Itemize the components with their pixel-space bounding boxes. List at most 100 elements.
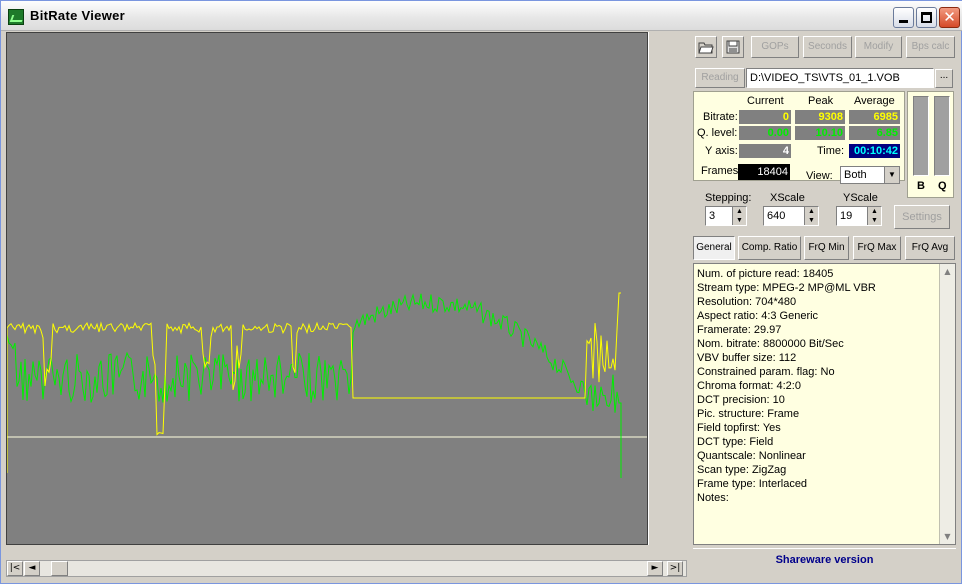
modify-button[interactable]: Modify [855, 36, 902, 58]
plot-canvas [7, 292, 647, 478]
bps-calc-button[interactable]: Bps calc [906, 36, 955, 58]
bitrate-label: Bitrate: [703, 111, 738, 123]
info-panel: Num. of picture read: 18405 Stream type: … [693, 263, 956, 545]
bitrate-peak-value: 9308 [795, 110, 845, 124]
info-line: Scan type: ZigZag [697, 464, 787, 476]
open-file-button[interactable] [695, 36, 717, 58]
close-icon: ✕ [943, 8, 956, 26]
shareware-label: Shareware version [693, 548, 956, 570]
stepping-spinner[interactable]: 3 ▲ ▼ [705, 206, 747, 226]
info-line: Resolution: 704*480 [697, 296, 797, 308]
minimize-button[interactable] [893, 7, 914, 28]
yscale-label: YScale [843, 192, 878, 204]
stepping-label: Stepping: [705, 192, 752, 204]
scroll-down-icon[interactable]: ▼ [940, 529, 955, 544]
view-label: View: [806, 170, 833, 182]
qlevel-peak-value: 10.10 [795, 126, 845, 140]
info-line: Frame type: Interlaced [697, 478, 808, 490]
horizontal-scrollbar[interactable]: |< ◄ ► >| [6, 560, 687, 577]
info-line: Constrained param. flag: No [697, 366, 835, 378]
col-average-header: Average [854, 95, 895, 107]
spinner-arrows-icon[interactable]: ▲ ▼ [867, 207, 881, 225]
yscale-spinner[interactable]: 19 ▲ ▼ [836, 206, 882, 226]
control-panel: GOPs Seconds Modify Bps calc Reading D:\… [689, 32, 959, 578]
floppy-disk-icon [726, 40, 740, 54]
q-meter [934, 96, 950, 176]
qlevel-series-line [7, 293, 622, 478]
bitrate-average-value: 6985 [849, 110, 900, 124]
folder-open-icon [698, 42, 714, 54]
gops-button[interactable]: GOPs [751, 36, 799, 58]
col-peak-header: Peak [808, 95, 834, 107]
scroll-thumb[interactable] [51, 561, 68, 576]
app-icon [8, 9, 24, 25]
time-value: 00:10:42 [849, 144, 900, 158]
xscale-value: 640 [767, 210, 786, 222]
tab-frq-max[interactable]: FrQ Max [853, 236, 901, 260]
yaxis-label: Y axis: [705, 145, 738, 157]
browse-button[interactable]: ... [935, 69, 953, 88]
tab-comp-ratio[interactable]: Comp. Ratio [738, 236, 801, 260]
bitrate-plot [6, 32, 648, 545]
info-line: DCT type: Field [697, 436, 774, 448]
stepping-value: 3 [709, 210, 716, 222]
info-line: VBV buffer size: 112 [697, 352, 797, 364]
title-bar: BitRate Viewer ✕ [1, 1, 962, 31]
spinner-arrows-icon[interactable]: ▲ ▼ [804, 207, 818, 225]
xscale-spinner[interactable]: 640 ▲ ▼ [763, 206, 819, 226]
maximize-icon [921, 12, 932, 23]
view-select-value: Both [844, 169, 867, 181]
info-line: Num. of picture read: 18405 [697, 268, 834, 280]
qlevel-current-value: 0.00 [739, 126, 791, 140]
settings-button[interactable]: Settings [894, 205, 950, 229]
spinner-arrows-icon[interactable]: ▲ ▼ [732, 207, 746, 225]
info-line: Chroma format: 4:2:0 [697, 380, 801, 392]
maximize-button[interactable] [916, 7, 937, 28]
info-line: Pic. structure: Frame [697, 408, 800, 420]
info-line: Nom. bitrate: 8800000 Bit/Sec [697, 338, 844, 350]
chevron-down-icon: ▼ [884, 167, 899, 183]
view-select[interactable]: Both ▼ [840, 166, 900, 184]
yaxis-value: 4 [739, 144, 791, 158]
info-line: Aspect ratio: 4:3 Generic [697, 310, 819, 322]
seconds-button[interactable]: Seconds [803, 36, 852, 58]
minimize-icon [899, 20, 908, 23]
info-lines: Num. of picture read: 18405 Stream type: … [694, 267, 876, 505]
info-line: Quantscale: Nonlinear [697, 450, 806, 462]
bitrate-series-line [7, 292, 621, 473]
info-line: Notes: [697, 492, 729, 504]
time-label: Time: [817, 145, 845, 157]
bitrate-current-value: 0 [739, 110, 791, 124]
b-meter-label: B [917, 180, 925, 192]
frames-value: 18404 [738, 164, 790, 180]
col-current-header: Current [747, 95, 784, 107]
qlevel-average-value: 6.85 [849, 126, 900, 140]
save-button[interactable] [722, 36, 744, 58]
scroll-first-button[interactable]: |< [7, 561, 23, 576]
info-scrollbar[interactable]: ▲ ▼ [939, 264, 955, 544]
scroll-last-button[interactable]: >| [667, 561, 683, 576]
scroll-left-button[interactable]: ◄ [24, 561, 40, 576]
tab-frq-avg[interactable]: FrQ Avg [905, 236, 955, 260]
yscale-value: 19 [840, 210, 853, 222]
info-line: Stream type: MPEG-2 MP@ML VBR [697, 282, 876, 294]
info-line: Framerate: 29.97 [697, 324, 782, 336]
frames-label: Frames: [701, 165, 742, 177]
q-meter-label: Q [938, 180, 947, 192]
reading-button[interactable]: Reading [695, 68, 745, 88]
scroll-right-button[interactable]: ► [647, 561, 663, 576]
b-meter [913, 96, 929, 176]
window-title: BitRate Viewer [30, 8, 125, 23]
tab-frq-min[interactable]: FrQ Min [804, 236, 849, 260]
main-window: BitRate Viewer ✕ |< ◄ ► >| GOPs Seconds … [0, 0, 962, 584]
qlevel-label: Q. level: [697, 127, 738, 139]
tab-general[interactable]: General [693, 236, 735, 260]
info-line: Field topfirst: Yes [697, 422, 781, 434]
splitter-area [648, 32, 688, 545]
close-button[interactable]: ✕ [939, 7, 960, 28]
info-line: DCT precision: 10 [697, 394, 785, 406]
file-path-field[interactable]: D:\VIDEO_TS\VTS_01_1.VOB [746, 68, 934, 88]
xscale-label: XScale [770, 192, 805, 204]
meters-panel: B Q [907, 91, 954, 198]
scroll-up-icon[interactable]: ▲ [940, 264, 955, 279]
